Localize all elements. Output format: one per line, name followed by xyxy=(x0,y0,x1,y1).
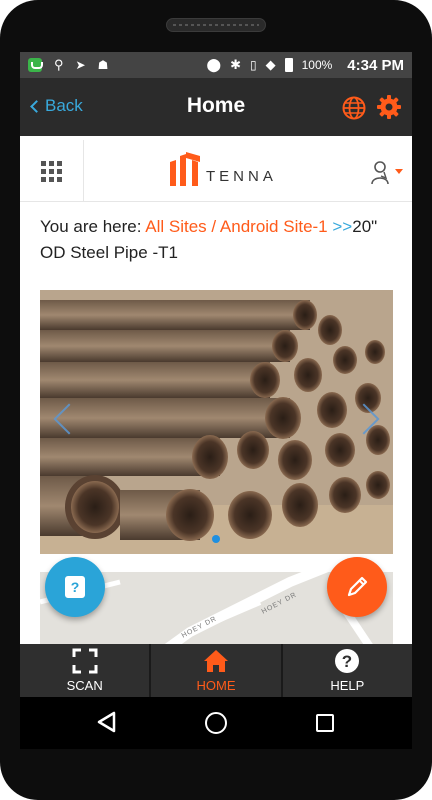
phone-frame: ⚲ ➤ ☗ ⬤ ✱ ▯ ◆ 100% 4:34 PM Back Home TEN… xyxy=(0,0,432,800)
location-icon: ⬤ xyxy=(206,57,222,72)
nav-home-icon[interactable] xyxy=(205,712,227,734)
bottom-tab-bar: SCAN HOME ? HELP xyxy=(20,644,412,697)
help-icon: ? xyxy=(335,649,360,673)
tab-home[interactable]: HOME xyxy=(151,644,283,697)
steel-pipes-photo xyxy=(40,290,393,554)
download-icon: ➤ xyxy=(75,58,86,72)
carousel-indicator-dot[interactable] xyxy=(212,535,220,543)
wifi-icon: ◆ xyxy=(265,57,276,72)
battery-percent: 100% xyxy=(301,58,333,72)
vibrate-icon: ▯ xyxy=(249,58,257,72)
android-icon: ☗ xyxy=(97,58,109,72)
logo-bar: TENNA xyxy=(20,140,412,202)
nav-back-icon[interactable] xyxy=(96,711,118,733)
usb-icon: ⚲ xyxy=(54,57,64,72)
breadcrumb-separator: / xyxy=(206,217,220,236)
tenna-logo: TENNA xyxy=(168,150,277,188)
home-icon xyxy=(203,650,228,672)
help-fab-button[interactable]: ? xyxy=(45,557,105,617)
edit-fab-button[interactable] xyxy=(327,557,387,617)
app-grid-button[interactable] xyxy=(20,140,84,202)
breadcrumb-link-all-sites[interactable]: All Sites xyxy=(145,217,206,236)
earpiece-speaker xyxy=(166,18,266,32)
grid-icon xyxy=(41,160,62,182)
asset-photo-carousel[interactable] xyxy=(40,290,393,554)
scan-icon xyxy=(72,648,98,674)
carousel-next-button[interactable] xyxy=(348,403,383,435)
tab-label: HOME xyxy=(196,678,236,693)
breadcrumb: You are here: All Sites / Android Site-1… xyxy=(40,214,400,266)
pencil-icon xyxy=(347,576,368,597)
status-bar: ⚲ ➤ ☗ ⬤ ✱ ▯ ◆ 100% 4:34 PM xyxy=(20,52,412,78)
breadcrumb-link-site[interactable]: Android Site-1 xyxy=(220,217,328,236)
nav-recents-icon[interactable] xyxy=(316,714,334,732)
status-time: 4:34 PM xyxy=(347,56,404,74)
app-notification-icon xyxy=(28,58,43,72)
globe-icon[interactable] xyxy=(342,96,366,120)
gear-icon[interactable] xyxy=(376,94,402,120)
bluetooth-icon: ✱ xyxy=(230,57,241,72)
device-screen: ⚲ ➤ ☗ ⬤ ✱ ▯ ◆ 100% 4:34 PM Back Home TEN… xyxy=(20,52,412,697)
tab-scan[interactable]: SCAN xyxy=(20,644,152,697)
tab-label: HELP xyxy=(330,678,365,693)
tenna-logo-mark xyxy=(170,152,200,186)
carousel-previous-button[interactable] xyxy=(50,403,85,435)
app-header: Back Home xyxy=(20,78,412,136)
user-menu-button[interactable] xyxy=(366,158,406,188)
phone-chin xyxy=(0,768,432,800)
question-icon: ? xyxy=(65,576,85,598)
chevron-down-icon xyxy=(395,169,403,174)
battery-icon xyxy=(284,58,293,72)
tab-help[interactable]: ? HELP xyxy=(283,644,412,697)
tab-label: SCAN xyxy=(66,678,103,693)
logo-text: TENNA xyxy=(206,168,277,185)
svg-text:?: ? xyxy=(342,652,352,671)
breadcrumb-separator-arrows: >> xyxy=(327,217,353,236)
breadcrumb-prefix: You are here: xyxy=(40,217,142,236)
android-nav-bar xyxy=(20,697,412,749)
